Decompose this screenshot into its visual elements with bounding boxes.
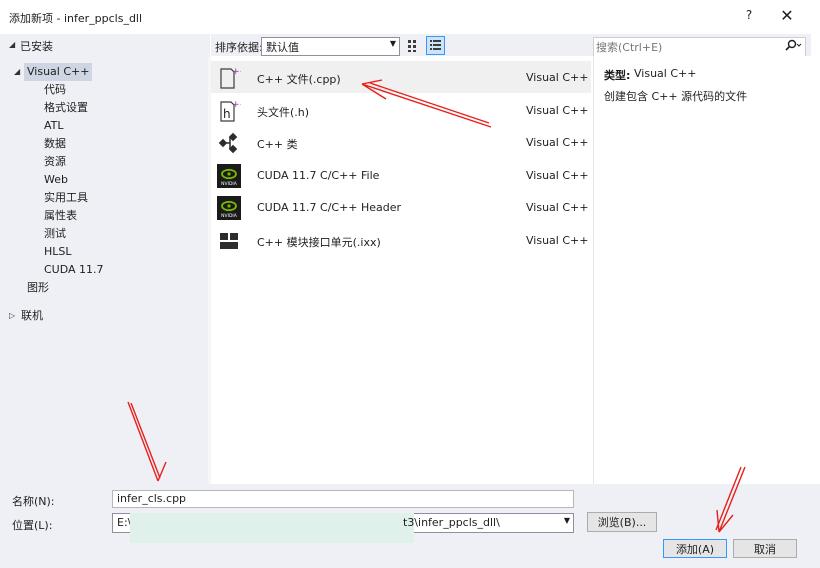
search-input[interactable] — [596, 39, 776, 55]
browse-button[interactable]: 浏览(B)... — [587, 512, 657, 532]
tree-label: Visual C++ — [24, 63, 93, 81]
template-row[interactable]: NVIDIA CUDA 11.7 C/C++ File Visual C++ — [211, 159, 591, 191]
sort-value: 默认值 — [266, 41, 299, 54]
cpp-file-icon: ++ — [217, 66, 247, 90]
tree-label: 联机 — [21, 309, 43, 322]
tree-node-child[interactable]: 代码 — [44, 81, 66, 99]
cancel-button[interactable]: 取消 — [733, 539, 797, 558]
tree-node-child[interactable]: 数据 — [44, 135, 66, 153]
expand-triangle-icon[interactable]: ◢ — [14, 63, 20, 81]
description-text: 创建包含 C++ 源代码的文件 — [604, 90, 748, 103]
location-suffix: t3\infer_ppcls_dll\ — [403, 516, 500, 529]
tree-node-child[interactable]: ATL — [44, 117, 64, 135]
tree-label: 属性表 — [44, 209, 77, 222]
tree-node-graphics[interactable]: 图形 — [27, 279, 49, 297]
tree-label: 图形 — [27, 281, 49, 294]
tree-node-child[interactable]: 测试 — [44, 225, 66, 243]
category-tree: ◢ Visual C++ 代码格式设置 ATL 数据资源 Web 实用工具属性表测试 HL… — [0, 56, 208, 484]
tree-label: ATL — [44, 119, 64, 132]
tree-label: 代码 — [44, 83, 66, 96]
grid-view-icon[interactable] — [405, 37, 422, 54]
template-row[interactable]: C++ 类 Visual C++ — [211, 126, 591, 158]
template-row[interactable]: h++ 头文件(.h) Visual C++ — [211, 94, 591, 126]
template-name: CUDA 11.7 C/C++ File — [257, 168, 380, 182]
add-button[interactable]: 添加(A) — [663, 539, 727, 558]
tree-node-child[interactable]: CUDA 11.7 — [44, 261, 104, 279]
tree-node-child[interactable]: 实用工具 — [44, 189, 88, 207]
window-title: 添加新项 - infer_ppcls_dll — [9, 12, 143, 25]
tree-node-child[interactable]: 格式设置 — [44, 99, 88, 117]
type-label: 类型: — [604, 69, 631, 82]
template-row[interactable]: NVIDIA CUDA 11.7 C/C++ Header Visual C++ — [211, 191, 591, 223]
type-value: Visual C++ — [634, 67, 697, 80]
template-language: Visual C++ — [526, 103, 589, 117]
description-pane — [593, 56, 812, 484]
name-field[interactable]: infer_cls.cpp — [112, 490, 574, 508]
search-box[interactable] — [593, 37, 806, 57]
template-language: Visual C++ — [526, 136, 589, 150]
tree-label: HLSL — [44, 245, 72, 258]
template-language: Visual C++ — [526, 234, 589, 247]
template-language: Visual C++ — [526, 71, 589, 84]
list-view-icon[interactable] — [426, 36, 445, 55]
search-icon[interactable] — [784, 39, 802, 56]
tree-node-child[interactable]: HLSL — [44, 243, 72, 261]
class-icon — [217, 131, 241, 155]
template-name: CUDA 11.7 C/C++ Header — [257, 201, 402, 215]
nvidia-logo-text: NVIDIA — [221, 213, 238, 219]
nvidia-icon: NVIDIA — [217, 163, 241, 188]
header-file-icon: h++ — [217, 99, 247, 123]
module-icon — [217, 229, 241, 253]
svg-text:h: h — [223, 107, 231, 121]
help-button[interactable]: ? — [740, 8, 758, 26]
svg-text:++: ++ — [232, 100, 241, 110]
name-value: infer_cls.cpp — [117, 492, 187, 505]
sort-label: 排序依据: — [215, 41, 263, 54]
installed-header[interactable]: ◢ 已安装 — [0, 34, 210, 56]
location-field[interactable]: E:\ t3\infer_ppcls_dll\ ▼ — [112, 513, 574, 543]
tree-node-child[interactable]: 属性表 — [44, 207, 77, 225]
tree-node-child[interactable]: 资源 — [44, 153, 66, 171]
sort-dropdown[interactable]: 默认值 ▼ — [261, 37, 400, 56]
tree-label: CUDA 11.7 — [44, 263, 104, 276]
tree-label: 实用工具 — [44, 191, 88, 204]
chevron-down-icon: ▼ — [389, 39, 396, 48]
nvidia-icon: NVIDIA — [217, 196, 241, 221]
template-language: Visual C++ — [526, 168, 589, 182]
nvidia-logo-text: NVIDIA — [221, 181, 238, 187]
tree-label: Web — [44, 173, 68, 186]
close-button[interactable]: ✕ — [776, 6, 798, 28]
expand-triangle-icon[interactable]: ◢ — [9, 40, 15, 49]
installed-label: 已安装 — [20, 40, 53, 53]
template-row[interactable]: ++ C++ 文件(.cpp) Visual C++ — [211, 61, 591, 93]
tree-label: 资源 — [44, 155, 66, 168]
template-name: C++ 模块接口单元(.ixx) — [257, 236, 381, 249]
tree-node-child[interactable]: Web — [44, 171, 68, 189]
tree-label: 数据 — [44, 137, 66, 150]
redaction-overlay — [130, 513, 414, 543]
collapsed-triangle-icon[interactable]: ▷ — [9, 307, 15, 325]
tree-label: 测试 — [44, 227, 66, 240]
location-label: 位置(L): — [12, 519, 53, 532]
name-label: 名称(N): — [12, 495, 55, 508]
template-name: 头文件(.h) — [257, 105, 310, 119]
template-name: C++ 文件(.cpp) — [257, 73, 341, 86]
template-name: C++ 类 — [257, 138, 298, 152]
svg-text:++: ++ — [232, 67, 241, 77]
template-language: Visual C++ — [526, 201, 589, 215]
chevron-down-icon[interactable]: ▼ — [564, 516, 570, 525]
template-row[interactable]: C++ 模块接口单元(.ixx) Visual C++ — [211, 224, 591, 256]
tree-label: 格式设置 — [44, 101, 88, 114]
